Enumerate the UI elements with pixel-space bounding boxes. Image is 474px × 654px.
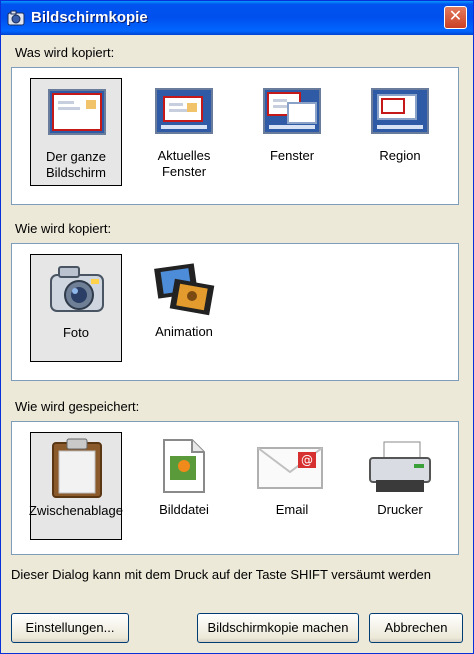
section-label-save: Wie wird gespeichert: bbox=[15, 399, 140, 414]
active-window-icon bbox=[155, 88, 213, 134]
section-label-how: Wie wird kopiert: bbox=[15, 221, 112, 236]
film-icon bbox=[154, 263, 215, 316]
fullscreen-icon bbox=[48, 89, 106, 135]
option-animation[interactable]: Animation bbox=[138, 254, 230, 362]
status-text: Dieser Dialog kann mit dem Druck auf der… bbox=[11, 567, 432, 582]
option-printer[interactable]: Drucker bbox=[354, 432, 446, 540]
save-group: Zwischenablage Bilddatei @ Email Drucker bbox=[11, 421, 459, 555]
camera-icon bbox=[50, 266, 104, 312]
close-button[interactable]: ✕ bbox=[444, 6, 467, 29]
title-bar[interactable]: Bildschirmkopie ✕ bbox=[1, 1, 473, 35]
option-photo[interactable]: Foto bbox=[30, 254, 122, 362]
svg-text:@: @ bbox=[301, 453, 313, 467]
camera-app-icon bbox=[7, 10, 25, 26]
option-active-window[interactable]: Aktuelles Fenster bbox=[138, 78, 230, 186]
section-label-what: Was wird kopiert: bbox=[15, 45, 115, 60]
settings-button[interactable]: Einstellungen... bbox=[11, 613, 129, 643]
option-email[interactable]: @ Email bbox=[246, 432, 338, 540]
how-group: Foto Animation bbox=[11, 243, 459, 381]
dialog-window: Bildschirmkopie ✕ Was wird kopiert: Der … bbox=[0, 0, 474, 654]
clipboard-icon bbox=[52, 438, 102, 498]
option-fullscreen[interactable]: Der ganze Bildschirm bbox=[30, 78, 122, 186]
window-icon bbox=[263, 88, 321, 134]
what-group: Der ganze Bildschirm Aktuelles Fenster F… bbox=[11, 67, 459, 205]
printer-icon bbox=[369, 441, 431, 492]
option-window[interactable]: Fenster bbox=[246, 78, 338, 186]
image-file-icon bbox=[163, 439, 205, 493]
email-icon: @ bbox=[257, 447, 323, 489]
close-icon: ✕ bbox=[448, 8, 463, 25]
option-image-file[interactable]: Bilddatei bbox=[138, 432, 230, 540]
region-icon bbox=[371, 88, 429, 134]
capture-button[interactable]: Bildschirmkopie machen bbox=[197, 613, 359, 643]
option-clipboard[interactable]: Zwischenablage bbox=[29, 432, 123, 540]
cancel-button[interactable]: Abbrechen bbox=[369, 613, 463, 643]
window-title: Bildschirmkopie bbox=[31, 9, 148, 26]
option-region[interactable]: Region bbox=[354, 78, 446, 186]
